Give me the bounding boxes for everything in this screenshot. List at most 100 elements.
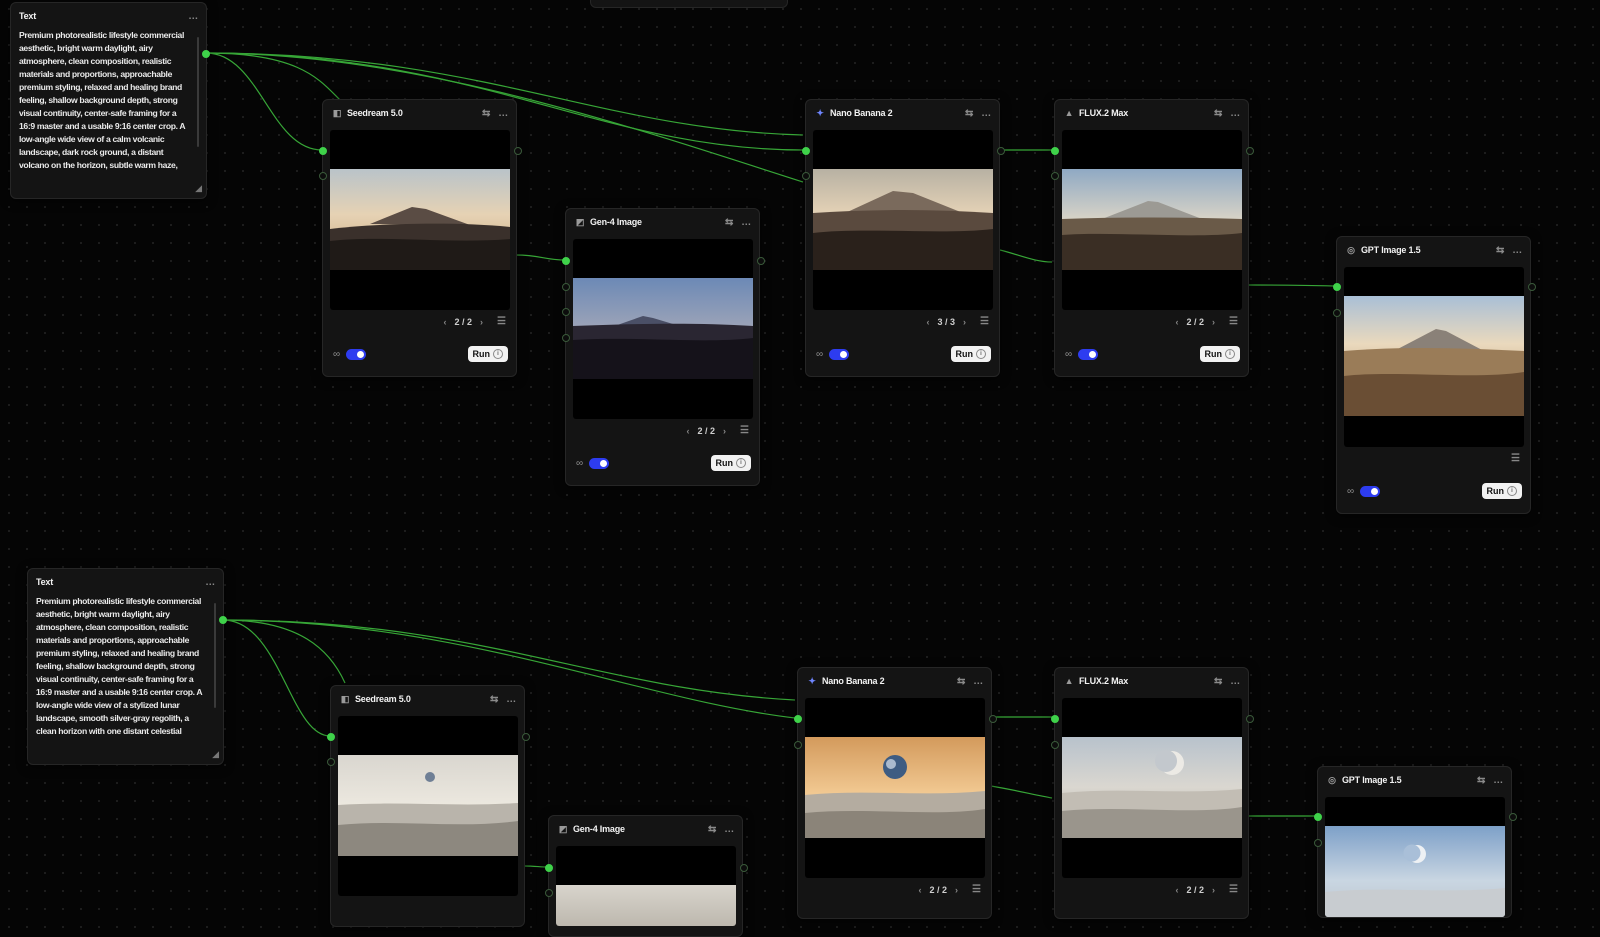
prev-icon[interactable]: ‹ — [687, 426, 690, 436]
image-preview[interactable] — [1325, 797, 1505, 917]
more-icon[interactable]: … — [1230, 676, 1240, 687]
input-port[interactable] — [327, 733, 335, 741]
text-prompt-node[interactable]: Text … Premium photorealistic lifestyle … — [27, 568, 224, 765]
input-port[interactable] — [319, 147, 327, 155]
input-port[interactable] — [545, 864, 553, 872]
image-preview[interactable] — [1062, 698, 1242, 878]
run-button[interactable]: Run i — [710, 455, 751, 471]
model-node-gpt-image[interactable]: ◎ GPT Image 1.5 ⇆ … — [1317, 766, 1512, 918]
input-port[interactable] — [1333, 283, 1341, 291]
more-icon[interactable]: … — [1512, 245, 1522, 256]
more-icon[interactable]: … — [506, 694, 516, 705]
more-icon[interactable]: … — [981, 108, 991, 119]
toggle-switch[interactable] — [829, 348, 850, 360]
link-icon[interactable]: ∞ — [816, 349, 823, 360]
input-port[interactable] — [1333, 309, 1341, 317]
text-prompt-node[interactable]: Text … Premium photorealistic lifestyle … — [10, 2, 207, 199]
settings-icon[interactable]: ⇆ — [1477, 775, 1485, 786]
input-port[interactable] — [1051, 715, 1059, 723]
input-port[interactable] — [802, 147, 810, 155]
next-icon[interactable]: › — [963, 317, 966, 327]
next-icon[interactable]: › — [1212, 885, 1215, 895]
output-port[interactable] — [202, 50, 210, 58]
input-port[interactable] — [1314, 839, 1322, 847]
list-icon[interactable]: ☰ — [980, 316, 989, 327]
more-icon[interactable]: … — [498, 108, 508, 119]
prev-icon[interactable]: ‹ — [927, 317, 930, 327]
output-port[interactable] — [1246, 715, 1254, 723]
input-port[interactable] — [562, 257, 570, 265]
model-node-seedream[interactable]: ◧ Seedream 5.0 ⇆ … — [330, 685, 525, 927]
more-icon[interactable]: … — [741, 217, 751, 228]
input-port[interactable] — [562, 283, 570, 291]
input-port[interactable] — [319, 172, 327, 180]
model-node-gen4[interactable]: ◩ Gen-4 Image ⇆ … — [548, 815, 743, 937]
settings-icon[interactable]: ⇆ — [1214, 108, 1222, 119]
settings-icon[interactable]: ⇆ — [725, 217, 733, 228]
run-button[interactable]: Run i — [1199, 346, 1240, 362]
settings-icon[interactable]: ⇆ — [482, 108, 490, 119]
next-icon[interactable]: › — [480, 317, 483, 327]
settings-icon[interactable]: ⇆ — [965, 108, 973, 119]
toggle-switch[interactable] — [589, 457, 610, 469]
link-icon[interactable]: ∞ — [1065, 349, 1072, 360]
more-icon[interactable]: … — [724, 824, 734, 835]
next-icon[interactable]: › — [723, 426, 726, 436]
run-button[interactable]: Run i — [950, 346, 991, 362]
image-preview[interactable] — [813, 130, 993, 310]
more-icon[interactable]: … — [1493, 775, 1503, 786]
input-port[interactable] — [327, 758, 335, 766]
model-node-nano-banana[interactable]: ✦ Nano Banana 2 ⇆ … ‹ 2 / 2 › ☰ — [797, 667, 992, 919]
more-icon[interactable]: … — [188, 11, 198, 22]
input-port[interactable] — [794, 715, 802, 723]
image-preview[interactable] — [338, 716, 518, 896]
model-node-nano-banana[interactable]: ✦ Nano Banana 2 ⇆ … ‹ 3 / 3 › ☰ ∞ Run i — [805, 99, 1000, 377]
toggle-switch[interactable] — [1360, 485, 1381, 497]
list-icon[interactable]: ☰ — [1511, 453, 1520, 464]
prev-icon[interactable]: ‹ — [1176, 317, 1179, 327]
input-port[interactable] — [562, 334, 570, 342]
prompt-text[interactable]: Premium photorealistic lifestyle commerc… — [19, 29, 190, 184]
list-icon[interactable]: ☰ — [497, 316, 506, 327]
prev-icon[interactable]: ‹ — [444, 317, 447, 327]
list-icon[interactable]: ☰ — [1229, 884, 1238, 895]
input-port[interactable] — [1051, 741, 1059, 749]
settings-icon[interactable]: ⇆ — [708, 824, 716, 835]
link-icon[interactable]: ∞ — [333, 349, 340, 360]
link-icon[interactable]: ∞ — [1347, 486, 1354, 497]
settings-icon[interactable]: ⇆ — [1214, 676, 1222, 687]
output-port[interactable] — [757, 257, 765, 265]
input-port[interactable] — [545, 889, 553, 897]
list-icon[interactable]: ☰ — [972, 884, 981, 895]
input-port[interactable] — [1314, 813, 1322, 821]
link-icon[interactable]: ∞ — [576, 458, 583, 469]
toggle-switch[interactable] — [1078, 348, 1099, 360]
output-port[interactable] — [989, 715, 997, 723]
settings-icon[interactable]: ⇆ — [957, 676, 965, 687]
input-port[interactable] — [1051, 172, 1059, 180]
more-icon[interactable]: … — [205, 577, 215, 588]
image-preview[interactable] — [330, 130, 510, 310]
output-port[interactable] — [1509, 813, 1517, 821]
prev-icon[interactable]: ‹ — [919, 885, 922, 895]
output-port[interactable] — [514, 147, 522, 155]
settings-icon[interactable]: ⇆ — [1496, 245, 1504, 256]
model-node-seedream[interactable]: ◧ Seedream 5.0 ⇆ … ‹ 2 / 2 › ☰ ∞ Run i — [322, 99, 517, 377]
scrollbar[interactable] — [197, 37, 199, 147]
model-node-flux[interactable]: ▲ FLUX.2 Max ⇆ … ‹ 2 / 2 › ☰ ∞ Run i — [1054, 99, 1249, 377]
image-preview[interactable] — [573, 239, 753, 419]
image-preview[interactable] — [556, 846, 736, 926]
model-node-gen4[interactable]: ◩ Gen-4 Image ⇆ … ‹ 2 / 2 › ☰ ∞ Run i — [565, 208, 760, 486]
next-icon[interactable]: › — [955, 885, 958, 895]
output-port[interactable] — [522, 733, 530, 741]
more-icon[interactable]: … — [1230, 108, 1240, 119]
model-node-flux[interactable]: ▲ FLUX.2 Max ⇆ … ‹ 2 / 2 › ☰ — [1054, 667, 1249, 919]
run-button[interactable]: Run i — [1481, 483, 1522, 499]
list-icon[interactable]: ☰ — [1229, 316, 1238, 327]
prompt-text[interactable]: Premium photorealistic lifestyle commerc… — [36, 595, 207, 752]
scrollbar[interactable] — [214, 603, 216, 708]
input-port[interactable] — [802, 172, 810, 180]
model-node-gpt-image[interactable]: ◎ GPT Image 1.5 ⇆ … ☰ ∞ Run i — [1336, 236, 1531, 514]
next-icon[interactable]: › — [1212, 317, 1215, 327]
input-port[interactable] — [794, 741, 802, 749]
